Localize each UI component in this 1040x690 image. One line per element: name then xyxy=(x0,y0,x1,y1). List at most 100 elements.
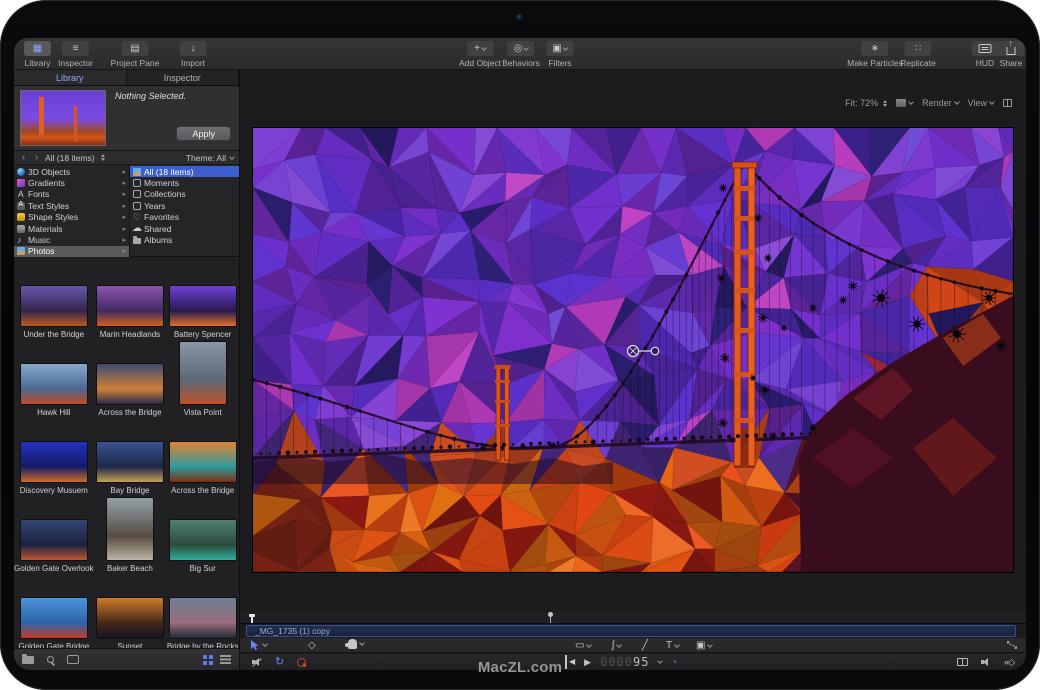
line-tool[interactable]: ╱ xyxy=(642,639,648,652)
photo-item[interactable]: Across the Bridge xyxy=(94,339,167,417)
library-category-row[interactable]: Music xyxy=(14,234,129,245)
photo-item[interactable]: Big Sur xyxy=(166,495,239,573)
render-menu[interactable]: Render xyxy=(922,98,959,108)
rewind-markers-icon[interactable]: ‹‹◇ xyxy=(1004,655,1014,669)
record-icon[interactable] xyxy=(297,658,306,667)
photo-item[interactable]: Bay Bridge xyxy=(94,417,167,495)
timing-display-icon[interactable]: ◔ xyxy=(671,655,676,669)
transform-tool[interactable]: ◇ xyxy=(308,639,316,652)
make-particles-button[interactable]: ∗ xyxy=(862,41,889,56)
behaviors-button[interactable]: ◎ xyxy=(508,41,535,56)
photo-item[interactable]: Across the Bridge xyxy=(166,417,239,495)
library-category-row[interactable]: 3D Objects xyxy=(14,166,129,177)
rectangle-tool[interactable]: ▭ xyxy=(575,639,591,652)
chevron-down-icon[interactable] xyxy=(658,658,664,664)
filters-button[interactable]: ▣ xyxy=(547,41,574,56)
photo-item[interactable]: Sunset xyxy=(94,573,167,651)
photo-thumbnail[interactable] xyxy=(170,520,236,560)
photo-item[interactable]: Bridge by the Rocks xyxy=(166,573,239,651)
photo-item[interactable]: Vista Point xyxy=(166,339,239,417)
loop-playback-icon[interactable]: ↻ xyxy=(275,655,284,669)
import-button[interactable]: ↓ xyxy=(180,41,207,56)
av-output-icon[interactable] xyxy=(957,658,968,666)
photo-thumbnail[interactable] xyxy=(21,364,87,404)
add-object-button[interactable]: + xyxy=(467,41,494,56)
frame-counter[interactable]: 000095 xyxy=(600,655,649,669)
hud-button[interactable] xyxy=(972,41,999,56)
photo-thumbnail[interactable] xyxy=(180,342,226,404)
forward-icon[interactable]: › xyxy=(32,153,41,163)
photo-thumbnail[interactable] xyxy=(97,598,163,638)
search-icon[interactable] xyxy=(47,656,54,663)
project-pane-button[interactable]: ▤ xyxy=(121,41,148,56)
list-view-icon[interactable] xyxy=(220,655,231,657)
photo-item[interactable]: Under the Bridge xyxy=(14,261,94,339)
library-category-row[interactable]: Text Styles xyxy=(14,200,129,211)
apply-button[interactable]: Apply xyxy=(176,126,231,141)
previous-frame-icon[interactable]: ◀ xyxy=(565,655,575,669)
photo-thumbnail[interactable] xyxy=(170,442,236,482)
photo-thumbnail[interactable] xyxy=(97,442,163,482)
share-button[interactable] xyxy=(998,41,1025,56)
view-layout-icon[interactable] xyxy=(1003,99,1012,107)
photo-item[interactable]: Baker Beach xyxy=(94,495,167,573)
photo-item[interactable]: Golden Gate Bridge xyxy=(14,573,94,651)
text-tool[interactable]: T xyxy=(666,639,679,652)
photo-thumbnail[interactable] xyxy=(97,364,163,404)
zoom-fit-control[interactable]: Fit: 72% xyxy=(845,98,887,108)
grid-view-icon[interactable] xyxy=(203,655,207,659)
album-row[interactable]: All (18 items) xyxy=(130,166,239,177)
bezier-tool[interactable]: ʃ xyxy=(612,639,621,652)
photo-item[interactable]: Battery Spencer xyxy=(166,261,239,339)
mini-timeline-ruler[interactable] xyxy=(240,612,1026,624)
tab-library[interactable]: Library xyxy=(14,70,127,85)
photo-item[interactable]: Marin Headlands xyxy=(94,261,167,339)
library-category-row[interactable]: Gradients xyxy=(14,177,129,188)
chevron-down-icon[interactable] xyxy=(229,154,235,160)
library-pane-button[interactable]: ▦ xyxy=(24,41,51,56)
timeline-layer-bar[interactable]: _MG_1735 (1) copy xyxy=(246,625,1016,637)
play-icon[interactable]: ▶ xyxy=(584,655,591,669)
canvas-stage[interactable] xyxy=(253,128,1013,572)
photo-thumbnail[interactable] xyxy=(170,286,236,326)
album-row[interactable]: Years xyxy=(130,200,239,211)
library-category-row[interactable]: Materials xyxy=(14,223,129,234)
library-category-row[interactable]: Fonts xyxy=(14,189,129,200)
mute-audio-icon[interactable] xyxy=(252,658,262,667)
photo-thumbnail[interactable] xyxy=(21,598,87,638)
back-icon[interactable]: ‹ xyxy=(19,153,28,163)
stepper-icon[interactable] xyxy=(101,154,105,161)
album-row[interactable]: Shared xyxy=(130,223,239,234)
inspector-pane-button[interactable]: ≡ xyxy=(62,41,89,56)
photo-thumbnail[interactable] xyxy=(21,286,87,326)
album-row[interactable]: Moments xyxy=(130,177,239,188)
tab-inspector[interactable]: Inspector xyxy=(127,70,240,85)
photo-thumbnail[interactable] xyxy=(21,442,87,482)
view-menu[interactable]: View xyxy=(968,98,994,108)
playhead[interactable] xyxy=(251,614,253,623)
mask-tool[interactable]: ▣ xyxy=(696,639,712,652)
pan-tool[interactable] xyxy=(348,639,364,649)
channels-control[interactable] xyxy=(896,99,913,107)
album-row[interactable]: Albums xyxy=(130,234,239,245)
photo-thumbnail[interactable] xyxy=(97,286,163,326)
photo-thumbnail[interactable] xyxy=(21,520,87,560)
library-category-row[interactable]: Shape Styles xyxy=(14,212,129,223)
canvas-composite-image[interactable] xyxy=(253,128,1013,572)
photo-item[interactable]: Discovery Musuem xyxy=(14,417,94,495)
keyframe-marker[interactable] xyxy=(550,613,551,623)
photo-item[interactable]: Golden Gate Overlook xyxy=(14,495,94,573)
replicate-button[interactable]: ∷ xyxy=(905,41,932,56)
album-row[interactable]: Collections xyxy=(130,189,239,200)
preview-toggle-icon[interactable] xyxy=(67,655,79,664)
library-category-row[interactable]: Photos xyxy=(14,246,129,257)
speaker-icon[interactable] xyxy=(981,658,991,667)
fullscreen-toggle[interactable] xyxy=(1006,639,1018,651)
select-tool[interactable] xyxy=(250,639,267,651)
new-folder-icon[interactable] xyxy=(22,656,34,664)
theme-filter[interactable]: Theme: All xyxy=(186,153,226,163)
photo-thumbnail[interactable] xyxy=(170,598,236,638)
photo-thumbnail[interactable] xyxy=(107,498,153,560)
photo-item[interactable]: Hawk Hill xyxy=(14,339,94,417)
album-row[interactable]: Favorites xyxy=(130,212,239,223)
